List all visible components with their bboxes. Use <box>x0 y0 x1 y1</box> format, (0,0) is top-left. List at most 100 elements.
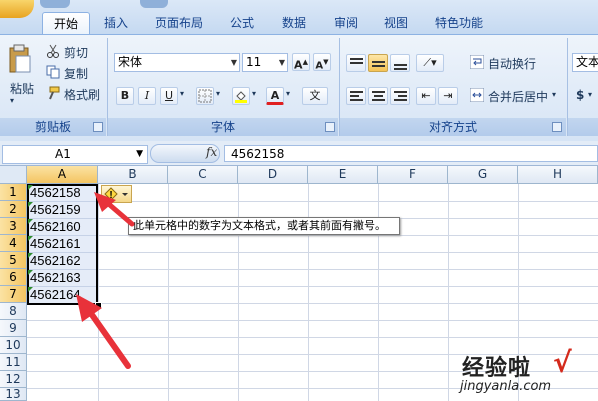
row-header[interactable]: 7 <box>0 286 27 303</box>
quick-access-dropdown[interactable] <box>140 0 168 8</box>
grow-font-button[interactable]: A▲ <box>292 53 310 72</box>
row-header[interactable]: 11 <box>0 354 27 371</box>
tab-insert[interactable]: 插入 <box>96 12 136 34</box>
error-indicator-icon <box>28 287 33 292</box>
cell-a4[interactable]: 4562161 <box>28 236 98 252</box>
increase-indent-button[interactable]: ⇥ <box>438 87 458 105</box>
row-header[interactable]: 6 <box>0 269 27 286</box>
row-header[interactable]: 12 <box>0 371 27 388</box>
row-header[interactable]: 2 <box>0 201 27 218</box>
name-box[interactable]: A1 ▼ <box>2 145 148 164</box>
merge-center-dropdown-icon[interactable]: ▾ <box>552 90 556 99</box>
grid-line <box>448 184 449 401</box>
grid-line <box>27 286 598 287</box>
borders-dropdown-icon[interactable]: ▾ <box>216 89 220 98</box>
number-group-label <box>568 118 598 136</box>
row-header[interactable]: 9 <box>0 320 27 337</box>
row-header[interactable]: 1 <box>0 184 27 201</box>
row-header[interactable]: 5 <box>0 252 27 269</box>
tab-formulas[interactable]: 公式 <box>222 12 262 34</box>
bold-button[interactable]: B <box>116 87 134 105</box>
cell-a6[interactable]: 4562163 <box>28 270 98 286</box>
cell-a3[interactable]: 4562160 <box>28 219 98 235</box>
fill-color-dropdown-icon[interactable]: ▾ <box>252 89 256 98</box>
wrap-text-button[interactable]: 自动换行 <box>488 55 536 72</box>
error-indicator-icon <box>28 219 33 224</box>
merge-center-icon[interactable] <box>469 87 485 103</box>
borders-button[interactable] <box>196 87 214 105</box>
column-header-a[interactable]: A <box>27 166 98 184</box>
font-group-label: 字体 <box>108 118 338 136</box>
align-bottom-button[interactable] <box>390 54 410 72</box>
align-middle-button[interactable] <box>368 54 388 72</box>
font-dialog-launcher-icon[interactable] <box>325 122 335 132</box>
decrease-indent-button[interactable]: ⇤ <box>416 87 436 105</box>
column-header-c[interactable]: C <box>168 166 238 184</box>
paste-dropdown-icon[interactable]: ▾ <box>10 96 14 105</box>
tab-special-features[interactable]: 特色功能 <box>426 12 492 34</box>
format-painter-button[interactable]: 格式刷 <box>64 86 100 103</box>
cell-a2[interactable]: 4562159 <box>28 202 98 218</box>
alignment-dialog-launcher-icon[interactable] <box>552 122 562 132</box>
grid-line <box>27 269 598 270</box>
underline-dropdown-icon[interactable]: ▾ <box>180 89 184 98</box>
wrap-text-icon[interactable] <box>469 54 485 70</box>
insert-function-button[interactable]: fx <box>206 145 217 159</box>
cut-button[interactable]: 剪切 <box>64 44 88 61</box>
row-header[interactable]: 8 <box>0 303 27 320</box>
font-size-select[interactable]: 11 ▼ <box>242 53 288 72</box>
grid-line <box>27 252 598 253</box>
tab-page-layout[interactable]: 页面布局 <box>146 12 212 34</box>
font-name-select[interactable]: 宋体 ▼ <box>114 53 240 72</box>
column-header-e[interactable]: E <box>308 166 378 184</box>
scissors-icon[interactable] <box>46 44 60 58</box>
orientation-button[interactable]: ⟋▾ <box>416 54 444 72</box>
tab-data[interactable]: 数据 <box>272 12 316 34</box>
font-color-dropdown-icon[interactable]: ▾ <box>286 89 290 98</box>
error-indicator-icon <box>28 270 33 275</box>
tab-review[interactable]: 审阅 <box>326 12 366 34</box>
red-arrow-icon <box>94 192 135 227</box>
quick-access-toolbar[interactable] <box>40 0 70 8</box>
format-painter-icon[interactable] <box>46 86 60 100</box>
paste-button[interactable]: 粘贴 <box>10 80 34 97</box>
paste-icon[interactable] <box>8 44 32 74</box>
clipboard-group-label: 剪贴板 <box>0 118 106 136</box>
phonetic-button[interactable]: 文 <box>302 87 328 105</box>
number-format-select[interactable]: 文本 <box>572 53 598 72</box>
currency-dropdown-icon[interactable]: ▾ <box>588 90 592 99</box>
column-header-b[interactable]: B <box>98 166 168 184</box>
align-right-button[interactable] <box>390 87 410 105</box>
column-header-d[interactable]: D <box>238 166 308 184</box>
underline-button[interactable]: U <box>160 87 178 105</box>
clipboard-dialog-launcher-icon[interactable] <box>93 122 103 132</box>
fill-color-button[interactable] <box>232 87 250 105</box>
select-all-button[interactable] <box>0 166 27 184</box>
cell-a5[interactable]: 4562162 <box>28 253 98 269</box>
align-top-button[interactable] <box>346 54 366 72</box>
tab-view[interactable]: 视图 <box>376 12 416 34</box>
currency-button[interactable]: $ <box>576 88 584 102</box>
column-header-f[interactable]: F <box>378 166 448 184</box>
error-indicator-icon <box>28 236 33 241</box>
align-center-button[interactable] <box>368 87 388 105</box>
grid-line <box>27 235 598 236</box>
font-color-button[interactable]: A <box>266 87 284 105</box>
red-arrow-icon <box>76 294 131 369</box>
row-header[interactable]: 3 <box>0 218 27 235</box>
formula-input[interactable]: 4562158 <box>224 145 598 162</box>
italic-button[interactable]: I <box>138 87 156 105</box>
column-header-g[interactable]: G <box>448 166 518 184</box>
row-header[interactable]: 10 <box>0 337 27 354</box>
error-tooltip: 此单元格中的数字为文本格式，或者其前面有撇号。 <box>128 217 400 235</box>
row-header[interactable]: 13 <box>0 388 27 401</box>
merge-center-button[interactable]: 合并后居中 <box>488 88 548 105</box>
tab-home[interactable]: 开始 <box>42 12 90 35</box>
shrink-font-button[interactable]: A▼ <box>313 53 331 71</box>
copy-icon[interactable] <box>46 65 60 79</box>
column-header-h[interactable]: H <box>518 166 598 184</box>
align-left-button[interactable] <box>346 87 366 105</box>
row-header[interactable]: 4 <box>0 235 27 252</box>
cell-a1[interactable]: 4562158 <box>28 185 98 201</box>
copy-button[interactable]: 复制 <box>64 65 88 82</box>
